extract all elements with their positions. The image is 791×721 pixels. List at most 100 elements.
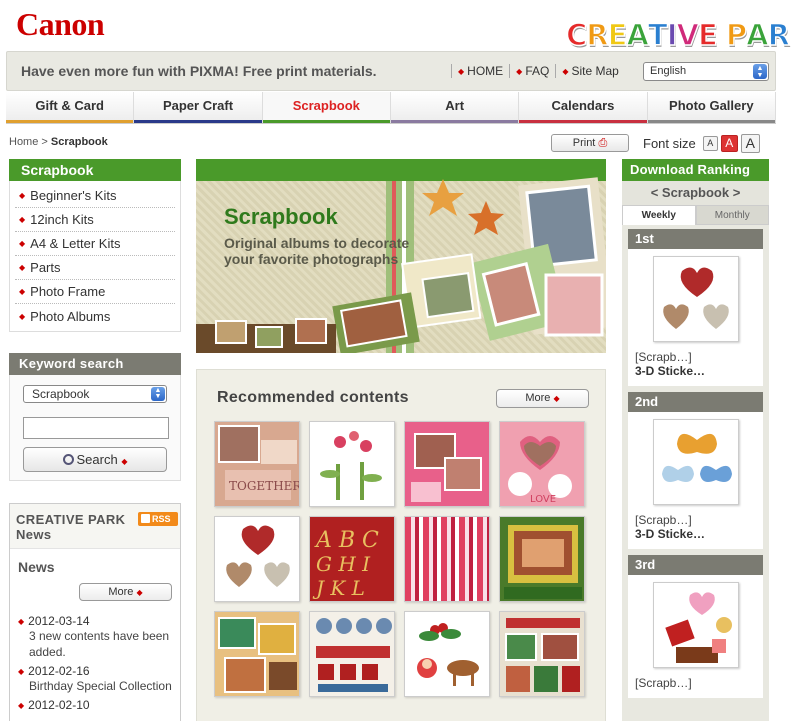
- faq-link-label[interactable]: FAQ: [525, 64, 549, 78]
- category-tab-gift-card[interactable]: Gift & Card: [6, 92, 135, 123]
- thumbnail-pink-album[interactable]: [404, 421, 490, 507]
- ranking-item-name[interactable]: [628, 690, 763, 698]
- canon-logo[interactable]: Canon: [16, 6, 105, 43]
- breadcrumb-home[interactable]: Home: [9, 136, 38, 148]
- keyword-category-value: Scrapbook: [32, 387, 90, 401]
- home-link-label[interactable]: HOME: [467, 64, 503, 78]
- news-box-title: CREATIVE PARK News: [16, 512, 125, 542]
- svg-text:J K L: J K L: [312, 576, 365, 600]
- category-tab-scrapbook[interactable]: Scrapbook: [262, 92, 391, 123]
- diamond-icon: ◆: [516, 66, 523, 76]
- keyword-category-select[interactable]: Scrapbook ▲ ▼: [23, 385, 167, 403]
- news-date: 2012-02-10: [28, 698, 90, 712]
- printer-icon: ⎙: [598, 137, 608, 149]
- news-text[interactable]: Birthday Special Collection: [18, 678, 176, 694]
- thumbnail-green-album[interactable]: [499, 516, 585, 602]
- diamond-icon: ◆: [19, 263, 26, 272]
- category-color-bar: [647, 120, 775, 123]
- language-select[interactable]: English ▲ ▼: [643, 62, 769, 81]
- news-text[interactable]: 3 new contents have been added.: [18, 628, 176, 660]
- ranking-thumbnail[interactable]: [652, 419, 739, 505]
- thumbnail-heart-frames[interactable]: LOVE: [499, 421, 585, 507]
- news-more-button[interactable]: More ◆: [79, 583, 172, 601]
- font-size-medium-button[interactable]: A: [720, 135, 738, 152]
- logo-letter: R: [767, 17, 791, 53]
- rss-button[interactable]: RSS: [138, 512, 178, 526]
- thumbnail-santa-reindeer[interactable]: [404, 611, 490, 697]
- category-tab-label: Calendars: [551, 98, 615, 113]
- ranking-item[interactable]: 1st [Scrapb…] 3-D Sticke…: [628, 229, 763, 386]
- ranking-item-name[interactable]: 3-D Sticke…: [628, 364, 763, 386]
- faq-link[interactable]: ◆ FAQ: [516, 64, 549, 78]
- ranking-item-category: [Scrapb…]: [635, 513, 692, 527]
- ranking-tabs: Weekly Monthly: [622, 205, 769, 225]
- ranking-thumbnail[interactable]: [652, 582, 739, 668]
- keyword-search-title: Keyword search: [9, 353, 181, 375]
- category-tab-calendars[interactable]: Calendars: [519, 92, 648, 123]
- hero-subtitle-line2: your favorite photographs: [224, 251, 399, 267]
- site-map-link[interactable]: ◆ Site Map: [562, 64, 619, 78]
- ranking-item[interactable]: 2nd [Scrapb…] 3-D Sticke…: [628, 392, 763, 549]
- news-box-title-line2: News: [16, 527, 52, 542]
- thumbnail-christmas-stickers[interactable]: [309, 611, 395, 697]
- hero-banner[interactable]: Scrapbook Original albums to decorate yo…: [196, 159, 606, 353]
- category-tab-label: Paper Craft: [162, 98, 234, 113]
- sidebar-item[interactable]: ◆ Photo Albums: [15, 304, 175, 328]
- news-item[interactable]: ◆ 2012-03-14 3 new contents have been adde…: [18, 614, 176, 660]
- diamond-icon: ◆: [19, 311, 26, 321]
- search-button[interactable]: Search ◆: [23, 447, 167, 472]
- diamond-icon: ◆: [18, 666, 25, 676]
- ranking-list: 1st [Scrapb…] 3-D Sticke… 2nd [Scrapb…] …: [622, 225, 769, 721]
- logo-letter: I: [666, 17, 678, 53]
- sweets-illustration: [664, 592, 732, 663]
- thumbnail-alphabet[interactable]: A B CG H IJ K L: [309, 516, 395, 602]
- home-link[interactable]: ◆ HOME: [458, 64, 503, 78]
- ranking-thumbnail[interactable]: [652, 256, 739, 342]
- thumbnail-3d-hearts[interactable]: [214, 516, 300, 602]
- diamond-icon: ◆: [19, 239, 26, 248]
- font-size-control: Font size A A A: [643, 134, 760, 153]
- logo-letter: R: [586, 17, 610, 53]
- thumbnail-image: [405, 422, 489, 506]
- sidebar-item-label: A4 & Letter Kits: [30, 236, 121, 251]
- thumbnail-image: [505, 618, 580, 692]
- thumbnail-image: [316, 618, 392, 692]
- logo-letter: T: [647, 17, 668, 53]
- sidebar-item[interactable]: ◆ Beginner's Kits: [15, 184, 175, 208]
- ranking-item-name[interactable]: 3-D Sticke…: [628, 527, 763, 549]
- recommended-more-button[interactable]: More ◆: [496, 389, 589, 408]
- font-size-large-button[interactable]: A: [740, 134, 760, 153]
- thumbnail-image: [226, 525, 290, 587]
- print-button[interactable]: Print ⎙: [551, 134, 629, 152]
- news-item[interactable]: ◆ 2012-02-10: [18, 698, 176, 712]
- sidebar-item-label: Parts: [30, 260, 61, 275]
- news-date: 2012-03-14: [28, 614, 90, 628]
- sidebar-item[interactable]: ◆ A4 & Letter Kits: [15, 232, 175, 256]
- category-tab-photo-gallery[interactable]: Photo Gallery: [647, 92, 776, 123]
- rss-label: RSS: [152, 514, 171, 524]
- tab-weekly[interactable]: Weekly: [622, 205, 696, 225]
- site-map-link-label[interactable]: Site Map: [571, 64, 618, 78]
- tab-monthly[interactable]: Monthly: [695, 205, 769, 225]
- ranking-subtitle[interactable]: < Scrapbook >: [622, 181, 769, 205]
- keyword-search-body: Scrapbook ▲ ▼ Search ◆: [9, 375, 181, 481]
- category-tab-art[interactable]: Art: [390, 92, 520, 123]
- logo-letter: V: [676, 17, 700, 53]
- font-size-small-button[interactable]: A: [702, 136, 718, 151]
- sidebar-item[interactable]: ◆ 12inch Kits: [15, 208, 175, 232]
- thumbnail-scrapbook-friends[interactable]: TOGETHER: [214, 421, 300, 507]
- thumbnail-stripes[interactable]: [404, 516, 490, 602]
- news-date-row: ◆ 2012-02-10: [18, 698, 176, 712]
- ranking-item[interactable]: 3rd [Scrapb…]: [628, 555, 763, 698]
- thumbnail-flowers-bamboo[interactable]: [309, 421, 395, 507]
- logo-letter: E: [697, 17, 718, 53]
- more-label: More: [108, 586, 134, 598]
- sidebar-item[interactable]: ◆ Photo Frame: [15, 280, 175, 304]
- category-tab-paper-craft[interactable]: Paper Craft: [134, 92, 263, 123]
- keyword-input[interactable]: [23, 417, 169, 439]
- news-item[interactable]: ◆ 2012-02-16 Birthday Special Collection: [18, 664, 176, 694]
- thumbnail-christmas-album[interactable]: [499, 611, 585, 697]
- magnifier-icon: [62, 454, 74, 465]
- thumbnail-travel-album[interactable]: [214, 611, 300, 697]
- sidebar-item[interactable]: ◆ Parts: [15, 256, 175, 280]
